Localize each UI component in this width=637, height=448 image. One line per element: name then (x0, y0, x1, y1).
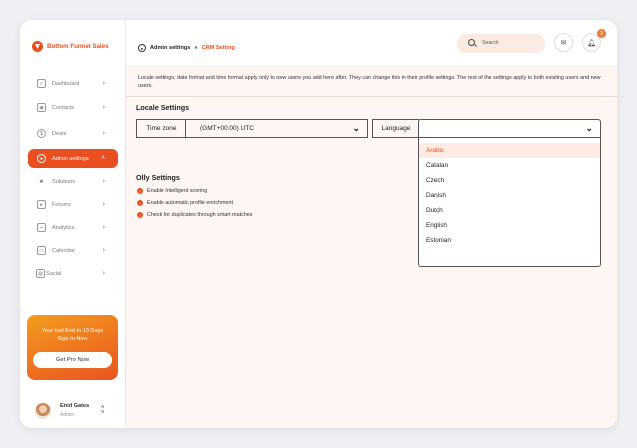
language-label: Language (372, 119, 419, 138)
main-content: Locale settings, date format and time fo… (126, 67, 617, 428)
intelligent-scoring-checkbox[interactable]: ✓ Enable Intelligent scoring (137, 188, 207, 194)
locale-settings-title: Locale Settings (136, 103, 190, 112)
divider (126, 96, 617, 97)
sidebar-item-label: Analytics (52, 224, 75, 231)
profile-enrichment-checkbox[interactable]: ✓ Enable automatic profile enrichment (137, 200, 233, 206)
timezone-select[interactable]: (GMT+00:00) UTC ⌄ (185, 119, 368, 138)
brand-name: Bottom Funnel Sales (47, 43, 109, 50)
search-icon (468, 39, 475, 46)
promo-line-2: Sign In Now (57, 336, 88, 342)
promo-line-1: Your trail End in 10 Days (41, 328, 104, 334)
search-placeholder: Search (482, 40, 499, 46)
user-name: Enid Gates (60, 403, 90, 409)
sidebar-item-label: Forums (52, 201, 71, 208)
breadcrumb-current: CRM Setting (201, 45, 235, 51)
contacts-icon: ◉ (37, 103, 46, 112)
checkbox-label: Check for duplicates through smart match… (147, 212, 253, 218)
timezone-value: (GMT+00:00) UTC (200, 125, 254, 132)
chevron-down-icon: ⌄ (352, 123, 360, 133)
language-option-catalan[interactable]: Catalan (419, 158, 600, 173)
chevron-up-icon: ˄ (100, 155, 105, 162)
avatar (35, 403, 51, 419)
chevron-right-icon: › (102, 178, 105, 185)
brand-logo-icon (32, 41, 43, 52)
sidebar-item-forums[interactable]: ▸ Forums › (28, 195, 118, 214)
dashboard-icon: ✓ (37, 79, 46, 88)
breadcrumb: ● Admin settings » CRM Setting (138, 44, 235, 52)
chevron-right-icon: › (102, 224, 105, 231)
chevron-down-icon: ⌄ (585, 123, 593, 133)
analytics-icon: ⌁ (37, 223, 46, 232)
timezone-label: Time zone (136, 119, 186, 138)
chevron-right-icon: › (102, 130, 105, 137)
language-option-dutch[interactable]: Dutch (419, 203, 600, 218)
promo-text: Your trail End in 10 Days Sign In Now (27, 327, 118, 343)
language-option-arabic[interactable]: Arabic (419, 143, 600, 158)
chevron-right-icon: › (102, 270, 105, 277)
sidebar: Bottom Funnel Sales ✓ Dashboard › ◉ Cont… (20, 20, 126, 428)
olly-settings-title: Olly Settings (136, 173, 180, 182)
expand-collapse-icon[interactable]: ˄ ˅ (101, 405, 105, 416)
sidebar-item-social[interactable]: ▤ Social › (28, 264, 118, 283)
language-option-estonian[interactable]: Estonian (419, 233, 600, 248)
sidebar-item-admin-settings[interactable]: ● Admin settings ˄ (28, 149, 118, 168)
chevron-right-icon: › (102, 80, 105, 87)
sidebar-item-calendar[interactable]: ▭ Calendar › (28, 241, 118, 260)
mail-icon: ✉ (560, 39, 567, 47)
admin-settings-icon: ● (138, 44, 146, 52)
sidebar-item-analytics[interactable]: ⌁ Analytics › (28, 218, 118, 237)
deals-icon: $ (37, 129, 46, 138)
language-dropdown-menu: Arabic Catalan Czech Danish Dutch Englis… (418, 138, 601, 267)
sidebar-item-contacts[interactable]: ◉ Contacts › (28, 98, 118, 117)
get-pro-button[interactable]: Get Pro Now (33, 352, 112, 368)
sidebar-item-label: Calendar (52, 247, 75, 254)
app-window: Bottom Funnel Sales ✓ Dashboard › ◉ Cont… (20, 20, 617, 428)
check-circle-icon: ✓ (137, 188, 143, 194)
admin-settings-icon: ● (37, 154, 46, 163)
top-bar: ● Admin settings » CRM Setting Search ✉ … (126, 20, 617, 67)
checkbox-label: Enable Intelligent scoring (147, 188, 208, 194)
language-option-english[interactable]: English (419, 218, 600, 233)
social-icon: ▤ (36, 269, 45, 278)
duplicate-check-checkbox[interactable]: ✓ Check for duplicates through smart mat… (137, 212, 252, 218)
sidebar-item-solutions[interactable]: ✺ Solutions › (28, 172, 118, 191)
sidebar-item-dashboard[interactable]: ✓ Dashboard › (28, 74, 118, 93)
upgrade-promo-card: Your trail End in 10 Days Sign In Now Ge… (27, 315, 118, 380)
language-option-czech[interactable]: Czech (419, 173, 600, 188)
chevron-right-icon: › (102, 201, 105, 208)
language-select[interactable]: ⌄ (418, 119, 601, 138)
mail-button[interactable]: ✉ (554, 33, 573, 52)
language-option-danish[interactable]: Danish (419, 188, 600, 203)
check-circle-icon: ✓ (137, 212, 143, 218)
sidebar-item-label: Admin settings (52, 155, 89, 162)
user-role: Admin (60, 412, 75, 418)
breadcrumb-parent[interactable]: Admin settings (150, 45, 190, 51)
user-profile[interactable]: Enid Gates Admin ˄ ˅ (35, 403, 105, 419)
calendar-icon: ▭ (37, 246, 46, 255)
chevron-right-icon: › (102, 247, 105, 254)
breadcrumb-separator: » (194, 45, 198, 51)
solutions-icon: ✺ (39, 178, 44, 185)
sidebar-item-label: Social (46, 270, 62, 277)
chevron-right-icon: › (102, 104, 105, 111)
sidebar-item-label: Deals (52, 130, 67, 137)
bell-icon: 🔔︎ (587, 39, 596, 47)
brand[interactable]: Bottom Funnel Sales (32, 41, 109, 52)
checkbox-label: Enable automatic profile enrichment (147, 200, 233, 206)
sidebar-item-label: Dashboard (52, 80, 80, 87)
forums-icon: ▸ (37, 200, 46, 209)
sidebar-item-label: Solutions (52, 178, 76, 185)
check-circle-icon: ✓ (137, 200, 143, 206)
notification-badge: 2 (597, 29, 606, 38)
sidebar-item-deals[interactable]: $ Deals › (28, 124, 118, 143)
sidebar-item-label: Contacts (52, 104, 75, 111)
locale-notice: Locale settings, date format and time fo… (138, 75, 601, 89)
search-input[interactable]: Search (457, 34, 545, 53)
